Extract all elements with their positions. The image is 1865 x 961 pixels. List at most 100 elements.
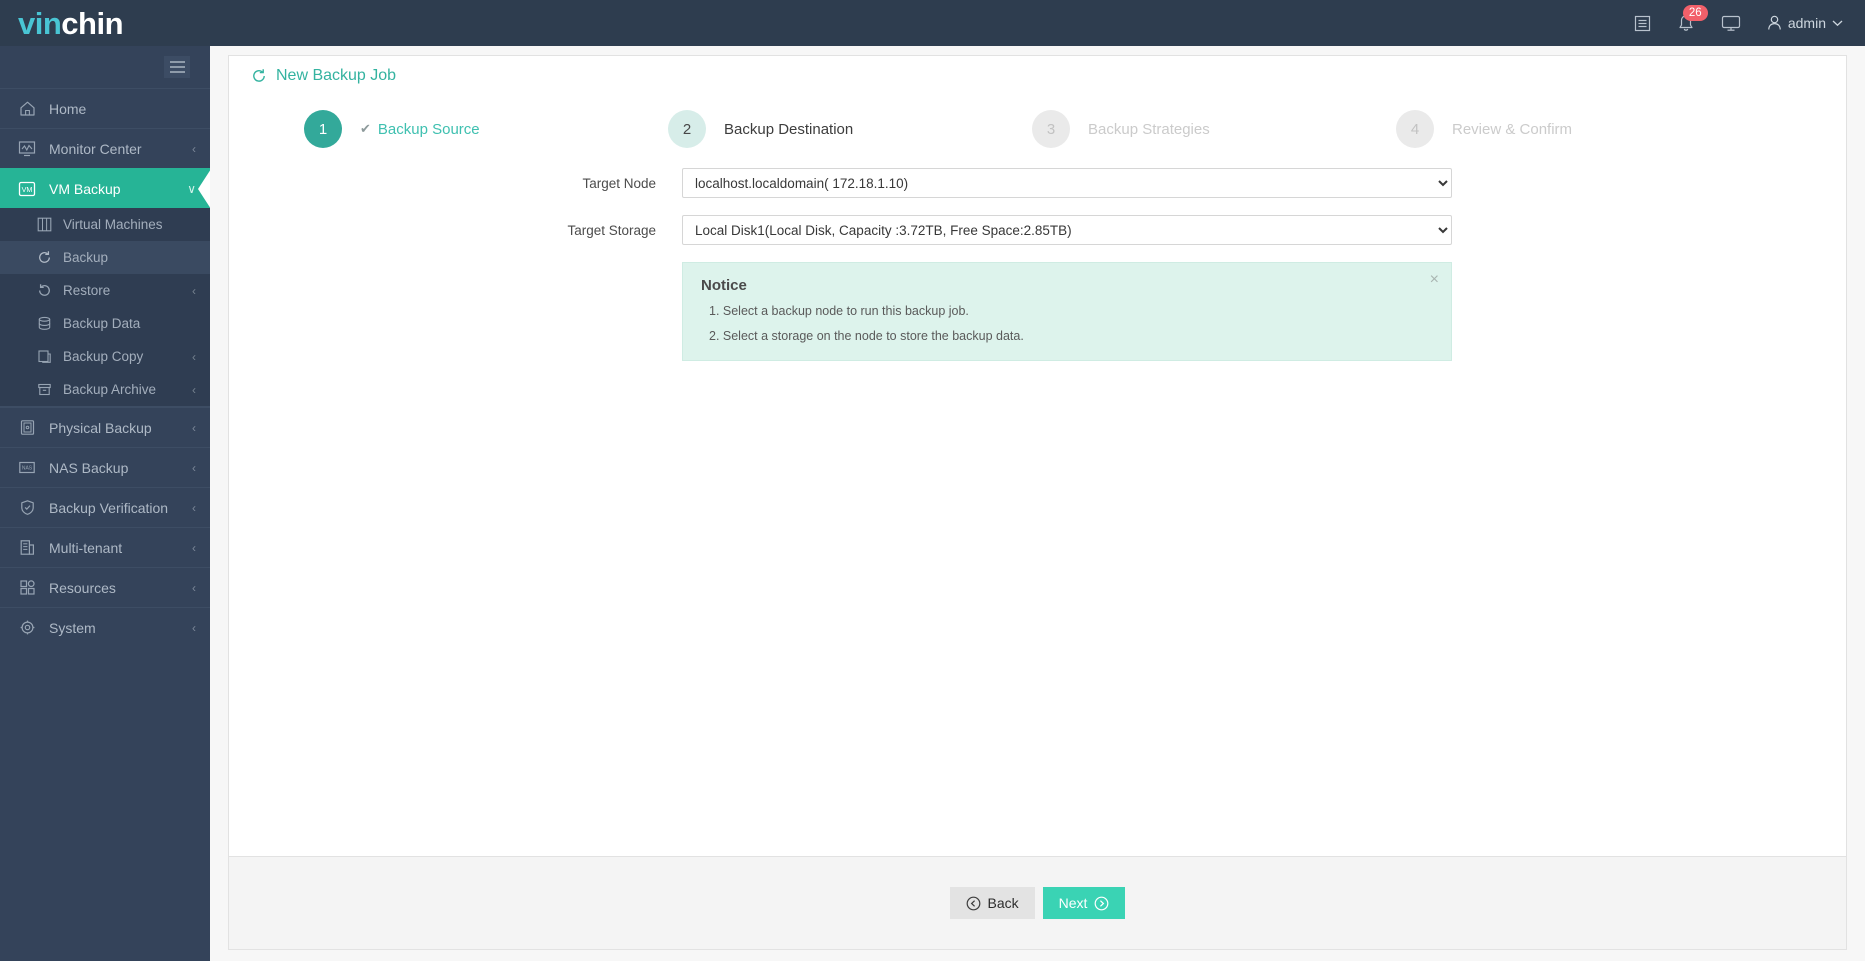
step-label: Backup Source <box>377 120 480 138</box>
page-title-label: New Backup Job <box>276 67 397 84</box>
wizard-footer: Back Next <box>229 856 1846 949</box>
sidebar-chevron: ‹ <box>192 500 196 515</box>
sidebar-chevron: ‹ <box>192 540 196 555</box>
sidebar-item-label: Home <box>49 100 87 117</box>
sidebar-item-home[interactable]: Home <box>0 88 210 128</box>
main-content: New Backup Job 1 ✔ Backup Source 2 Backu… <box>210 46 1865 961</box>
next-button-label: Next <box>1058 895 1088 911</box>
step-number: 1 <box>304 110 342 148</box>
sidebar-chevron: ‹ <box>192 283 196 298</box>
shield-check-icon <box>16 499 38 516</box>
hamburger-icon[interactable] <box>164 56 190 78</box>
form-row-target-node: Target Node localhost.localdomain( 172.1… <box>229 168 1846 198</box>
sidebar-item-label: VM Backup <box>49 180 121 197</box>
notice-list-item: 2. Select a storage on the node to store… <box>709 328 1024 343</box>
sidebar-chevron: ‹ <box>192 460 196 475</box>
top-bar-actions: 26 admin <box>1634 4 1865 33</box>
sidebar-chevron: ‹ <box>192 420 196 435</box>
sidebar-subitem-label: Backup Copy <box>63 349 144 364</box>
user-name-label: admin <box>1787 15 1826 31</box>
arrow-right-circle-icon <box>1095 896 1109 910</box>
notice-panel: × Notice 1. Select a backup node to run … <box>682 262 1452 361</box>
sidebar-subitem-label: Backup Archive <box>63 382 157 397</box>
monitor-chart-icon <box>16 140 38 157</box>
user-menu[interactable]: admin <box>1767 15 1843 31</box>
step-backup-strategies[interactable]: 3 Backup Strategies <box>1032 110 1396 148</box>
sidebar-subitem-virtual-machines[interactable]: Virtual Machines <box>0 208 210 241</box>
sidebar-chevron: ‹ <box>192 580 196 595</box>
close-icon[interactable]: × <box>1430 272 1439 288</box>
arrow-left-circle-icon <box>966 896 980 910</box>
next-button[interactable]: Next <box>1042 887 1126 919</box>
target-node-select[interactable]: localhost.localdomain( 172.18.1.10) <box>682 168 1452 198</box>
sidebar-subitem-backup-copy[interactable]: Backup Copy ‹ <box>0 340 210 373</box>
sidebar-item-monitor-center[interactable]: Monitor Center ‹ <box>0 128 210 168</box>
home-icon <box>16 100 38 117</box>
bell-icon[interactable]: 26 <box>1677 4 1708 33</box>
svg-text:NAS: NAS <box>22 466 33 472</box>
target-storage-label: Target Storage <box>567 222 656 238</box>
grid-icon <box>34 217 54 232</box>
sidebar-item-vm-backup[interactable]: VM VM Backup ∨ <box>0 168 210 209</box>
sidebar-subitem-backup-archive[interactable]: Backup Archive ‹ <box>0 373 210 406</box>
step-label: Review & Confirm <box>1452 120 1573 138</box>
sidebar-item-multi-tenant[interactable]: Multi-tenant ‹ <box>0 527 210 567</box>
step-backup-destination[interactable]: 2 Backup Destination <box>668 110 1032 148</box>
sidebar-item-physical-backup[interactable]: Physical Backup ‹ <box>0 407 210 447</box>
notice-spacer <box>229 262 682 361</box>
list-icon[interactable] <box>1634 15 1651 32</box>
back-button-label: Back <box>987 895 1019 911</box>
sidebar-subitem-backup[interactable]: Backup <box>0 241 210 274</box>
content-panel: New Backup Job 1 ✔ Backup Source 2 Backu… <box>228 55 1847 950</box>
check-icon: ✔ <box>360 121 371 136</box>
sidebar-toggle-row <box>0 46 210 88</box>
sidebar-item-label: Backup Verification <box>49 499 169 516</box>
logo-part-two: chin <box>61 5 124 41</box>
sidebar-item-label: System <box>49 619 96 636</box>
server-icon <box>16 419 38 436</box>
page-title: New Backup Job <box>229 56 1846 96</box>
copy-icon <box>34 349 54 364</box>
sidebar-subitem-label: Restore <box>63 283 111 298</box>
step-number: 3 <box>1032 110 1070 148</box>
sidebar-chevron-down: ∨ <box>187 181 196 196</box>
app-logo[interactable]: vinchin <box>0 8 210 39</box>
backup-destination-form: Target Node localhost.localdomain( 172.1… <box>229 148 1846 361</box>
target-storage-select[interactable]: Local Disk1(Local Disk, Capacity :3.72TB… <box>682 215 1452 245</box>
blocks-icon <box>16 579 38 596</box>
sidebar-chevron: ‹ <box>192 141 196 156</box>
wizard-stepper: 1 ✔ Backup Source 2 Backup Destination 3… <box>229 96 1846 148</box>
sidebar-submenu-vm-backup: Virtual Machines Backup Restore ‹ Backup… <box>0 208 210 407</box>
refresh-icon <box>251 68 267 84</box>
step-backup-source[interactable]: 1 ✔ Backup Source <box>304 110 668 148</box>
database-icon <box>34 316 54 331</box>
sidebar-item-resources[interactable]: Resources ‹ <box>0 567 210 607</box>
sidebar-item-label: Resources <box>49 579 116 596</box>
notice-title: Notice <box>701 277 747 294</box>
sidebar-subitem-restore[interactable]: Restore ‹ <box>0 274 210 307</box>
sidebar-item-system[interactable]: System ‹ <box>0 607 210 647</box>
archive-icon <box>34 382 54 397</box>
back-button[interactable]: Back <box>949 887 1035 919</box>
top-bar: vinchin 26 admin <box>0 0 1865 46</box>
chevron-down-icon <box>1832 20 1843 27</box>
step-label: Backup Strategies <box>1088 120 1210 138</box>
monitor-icon[interactable] <box>1721 15 1741 32</box>
user-icon <box>1768 15 1781 30</box>
sidebar-item-backup-verification[interactable]: Backup Verification ‹ <box>0 487 210 527</box>
sidebar-subitem-label: Backup Data <box>63 316 141 331</box>
refresh-icon <box>34 250 54 265</box>
sidebar-item-label: Monitor Center <box>49 140 142 157</box>
sidebar-chevron: ‹ <box>192 382 196 397</box>
notice-list: 1. Select a backup node to run this back… <box>701 305 1433 342</box>
gear-icon <box>16 619 38 636</box>
sidebar-chevron: ‹ <box>192 620 196 635</box>
sidebar-subitem-backup-data[interactable]: Backup Data <box>0 307 210 340</box>
step-number: 2 <box>668 110 706 148</box>
notice-list-item: 1. Select a backup node to run this back… <box>709 304 969 318</box>
target-node-label: Target Node <box>582 175 656 191</box>
step-review-confirm[interactable]: 4 Review & Confirm <box>1396 110 1760 148</box>
sidebar-item-nas-backup[interactable]: NAS NAS Backup ‹ <box>0 447 210 487</box>
logo-part-one: vin <box>18 5 62 41</box>
restore-icon <box>34 283 54 298</box>
